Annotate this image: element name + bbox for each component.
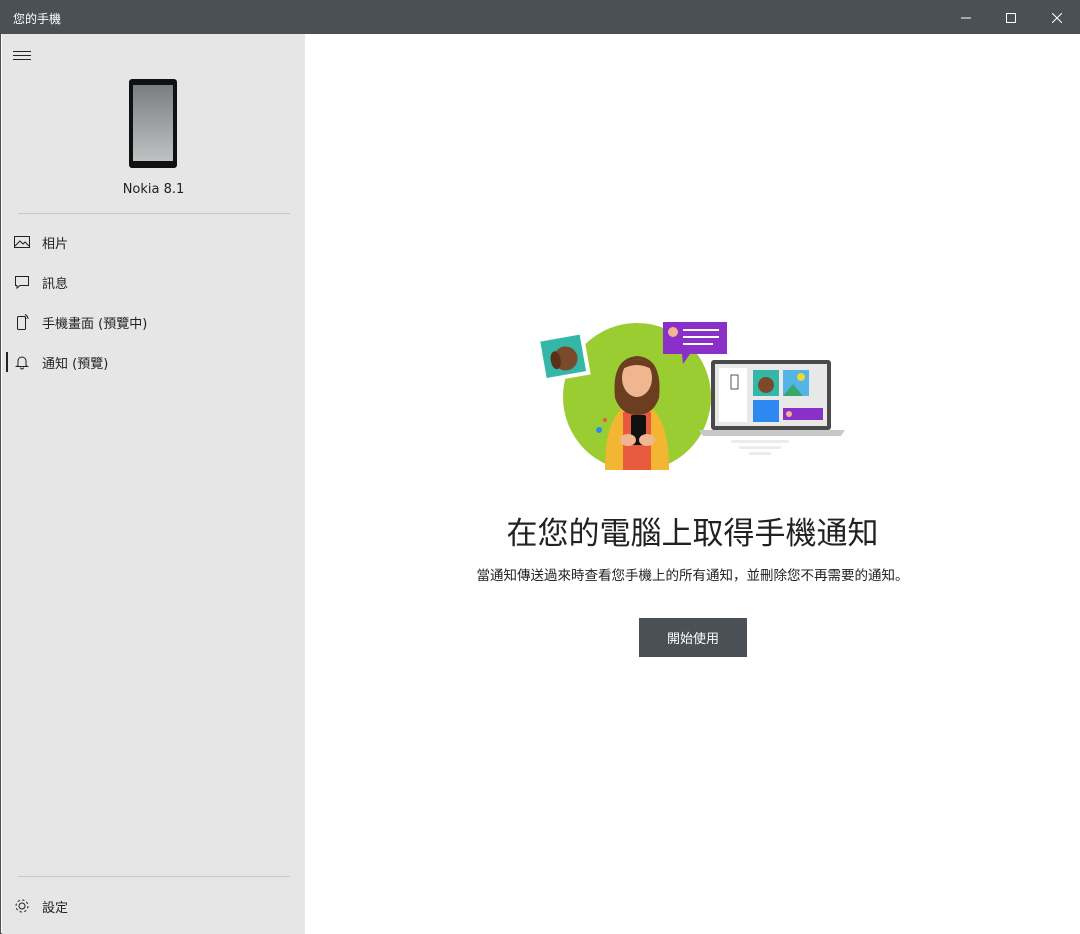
gear-icon bbox=[15, 899, 29, 913]
hamburger-menu-icon[interactable] bbox=[13, 48, 31, 62]
title-bar: 您的手機 bbox=[1, 1, 1080, 34]
bell-icon bbox=[14, 356, 30, 370]
sidebar-item-phone-screen[interactable]: 手機畫面 (預覽中) bbox=[2, 304, 305, 340]
minimize-icon bbox=[961, 17, 971, 18]
maximize-icon bbox=[1006, 12, 1016, 23]
page-title: 在您的電腦上取得手機通知 bbox=[506, 516, 879, 552]
sidebar-item-label: 手機畫面 (預覽中) bbox=[42, 317, 148, 332]
notifications-illustration bbox=[535, 322, 845, 470]
sidebar-item-messages[interactable]: 訊息 bbox=[2, 264, 305, 300]
divider bbox=[18, 876, 290, 877]
message-icon bbox=[15, 276, 29, 290]
app-window: 您的手機 Nokia 8.1 相片 訊息 手機畫面 (預覽中) 通知 (預覽) … bbox=[0, 0, 1080, 934]
sidebar-item-settings[interactable]: 設定 bbox=[2, 888, 305, 924]
close-icon bbox=[1052, 12, 1062, 23]
sidebar-item-photos[interactable]: 相片 bbox=[2, 224, 305, 260]
sidebar-item-label: 通知 (預覽) bbox=[42, 357, 109, 372]
sidebar-item-label: 訊息 bbox=[42, 277, 69, 292]
minimize-button[interactable] bbox=[943, 1, 989, 34]
window-title: 您的手機 bbox=[13, 12, 62, 26]
divider bbox=[18, 213, 290, 214]
page-description: 當通知傳送過來時查看您手機上的所有通知，並刪除您不再需要的通知。 bbox=[476, 568, 909, 584]
settings-label: 設定 bbox=[42, 901, 69, 916]
maximize-button[interactable] bbox=[988, 1, 1034, 34]
get-started-button[interactable]: 開始使用 bbox=[639, 618, 747, 657]
device-name: Nokia 8.1 bbox=[122, 182, 185, 197]
phone-screen-icon bbox=[17, 314, 29, 330]
sidebar-item-label: 相片 bbox=[42, 237, 69, 252]
main-content: 在您的電腦上取得手機通知 當通知傳送過來時查看您手機上的所有通知，並刪除您不再需… bbox=[305, 34, 1080, 934]
phone-image bbox=[129, 79, 177, 168]
sidebar-item-notifications[interactable]: 通知 (預覽) bbox=[2, 344, 305, 380]
sidebar: Nokia 8.1 相片 訊息 手機畫面 (預覽中) 通知 (預覽) 設定 bbox=[2, 34, 305, 934]
photo-icon bbox=[14, 236, 30, 248]
close-button[interactable] bbox=[1034, 1, 1080, 34]
